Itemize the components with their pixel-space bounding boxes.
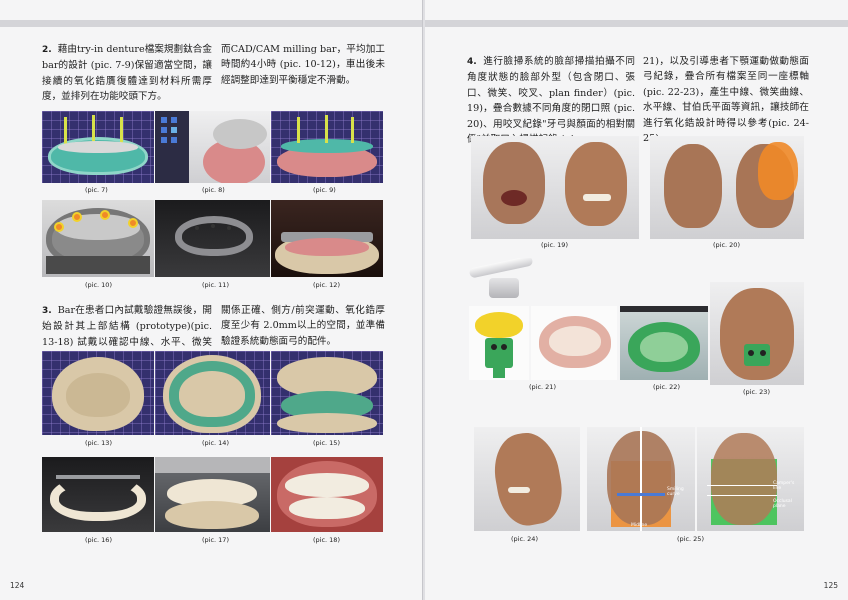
pic-9-image: [271, 111, 383, 183]
header-bar: [0, 20, 422, 27]
header-bar: [425, 20, 848, 27]
caption-pic-8: (pic. 8): [202, 186, 225, 194]
caption-pic-22: (pic. 22): [653, 383, 680, 391]
item-number: 2.: [42, 45, 52, 55]
page-number-left: 124: [10, 581, 25, 590]
caption-pic-14: (pic. 14): [202, 439, 229, 447]
pic-21-scan-image: [531, 306, 617, 380]
pic-16-image: [42, 457, 154, 532]
caption-pic-11: (pic. 11): [202, 281, 229, 289]
label-occlusal-plane: Occlusal plane: [773, 499, 792, 509]
pic-8-image: [155, 111, 270, 183]
caption-pic-10: (pic. 10): [85, 281, 112, 289]
page-number-right: 125: [823, 581, 838, 590]
caption-pic-13: (pic. 13): [85, 439, 112, 447]
pic-7-image: [42, 111, 154, 183]
pic-22-image: [620, 306, 708, 380]
paragraph-4-col1: 4. 進行臉掃系統的臉部掃描拍攝不同角度狀態的臉部外型（包含閉口、張口、微笑、咬叉…: [467, 56, 635, 145]
pic-14-image: [155, 351, 270, 435]
pic-13-image: [42, 351, 154, 435]
pic-25-profile-image: Camper's line Occlusal plane: [697, 427, 804, 531]
pic-11-image: [155, 200, 270, 277]
item-number: 3.: [42, 306, 52, 316]
item-number: 4.: [467, 57, 477, 67]
paragraph-4-col2: 21)，以及引導患者下顎運動做動態面弓紀錄，疊合所有檔案至同一座標軸 (pic.…: [643, 56, 809, 145]
pic-18-image: [271, 457, 383, 532]
caption-pic-24: (pic. 24): [511, 535, 538, 543]
intraoral-scanner-image: [465, 258, 537, 302]
pic-19-image: [471, 136, 639, 239]
pic-10-image: [42, 200, 154, 277]
caption-pic-21: (pic. 21): [529, 383, 556, 391]
label-smiling-curve: Smiling curve: [667, 487, 684, 497]
pic-15-image: [271, 351, 383, 435]
caption-pic-25: (pic. 25): [677, 535, 704, 543]
caption-pic-20: (pic. 20): [713, 241, 740, 249]
paragraph-2-col2: 而CAD/CAM milling bar，平均加工時間約4小時 (pic. 10…: [221, 44, 385, 86]
left-page: 2. 藉由try-in denture檔案規劃鈦合金bar的設計 (pic. 7-…: [0, 0, 423, 600]
caption-pic-17: (pic. 17): [202, 536, 229, 544]
pic-25-front-image: Smiling curve Midline: [587, 427, 695, 531]
label-midline: Midline: [631, 523, 648, 528]
paragraph-3-col2: 關係正確、側方/前突運動、氧化鋯厚度至少有 2.0mm以上的空間，並準備驗證系統…: [221, 305, 385, 347]
caption-pic-15: (pic. 15): [313, 439, 340, 447]
label-campers-line: Camper's line: [773, 481, 795, 491]
caption-pic-18: (pic. 18): [313, 536, 340, 544]
caption-pic-12: (pic. 12): [313, 281, 340, 289]
caption-pic-7: (pic. 7): [85, 186, 108, 194]
pic-17-image: [155, 457, 270, 532]
pic-20-image: [650, 136, 804, 239]
pic-21-fork-image: [469, 306, 529, 380]
pic-24-image: [474, 427, 580, 531]
pic-12-image: [271, 200, 383, 277]
pic-23-image: [710, 282, 804, 385]
caption-pic-23: (pic. 23): [743, 388, 770, 396]
caption-pic-19: (pic. 19): [541, 241, 568, 249]
caption-pic-9: (pic. 9): [313, 186, 336, 194]
paragraph-2-col1: 2. 藉由try-in denture檔案規劃鈦合金bar的設計 (pic. 7-…: [42, 44, 212, 103]
caption-pic-16: (pic. 16): [85, 536, 112, 544]
right-page: 4. 進行臉掃系統的臉部掃描拍攝不同角度狀態的臉部外型（包含閉口、張口、微笑、咬叉…: [425, 0, 848, 600]
